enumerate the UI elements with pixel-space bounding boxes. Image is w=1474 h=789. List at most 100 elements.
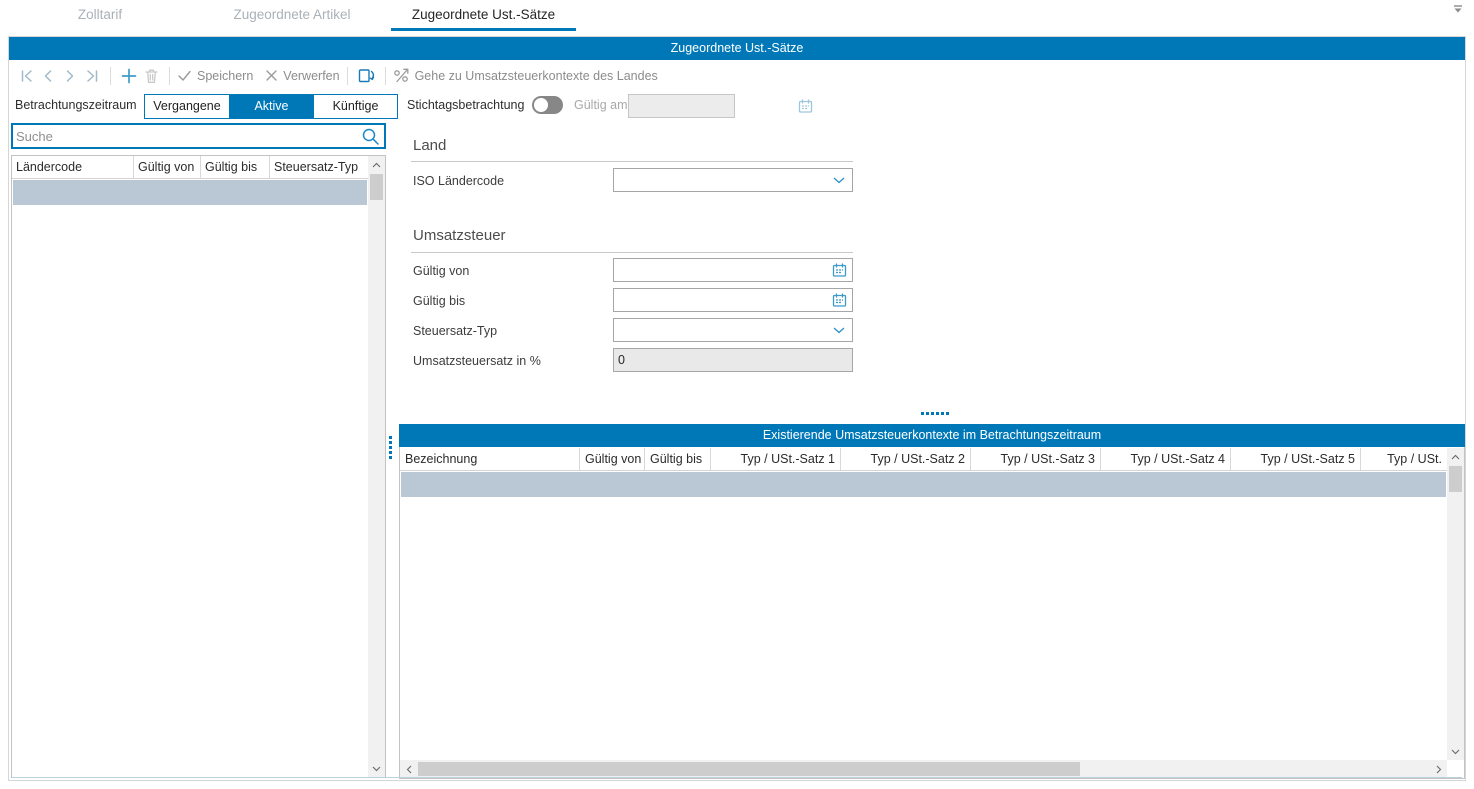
trash-icon — [144, 68, 159, 84]
column-header-typ-ust-satz-2[interactable]: Typ / USt.-Satz 2 — [841, 448, 971, 470]
segment-kuenftige[interactable]: Künftige — [313, 95, 397, 118]
save-button[interactable]: Speichern — [177, 69, 253, 83]
segment-vergangene[interactable]: Vergangene — [145, 95, 229, 118]
tab-zugeordnete-artikel[interactable]: Zugeordnete Artikel — [200, 2, 384, 31]
nav-last-button[interactable] — [81, 64, 103, 88]
gueltig-bis-label: Gültig bis — [413, 294, 465, 308]
gueltig-von-date-field[interactable] — [613, 258, 853, 282]
tab-zugeordnete-ust-saetze[interactable]: Zugeordnete Ust.-Sätze — [391, 2, 576, 31]
delete-record-button[interactable] — [140, 64, 162, 88]
column-header-gueltig-von[interactable]: Gültig von — [134, 156, 201, 178]
column-header-gueltig-bis[interactable]: Gültig bis — [201, 156, 270, 178]
stichtagsbetrachtung-label: Stichtagsbetrachtung — [407, 98, 524, 112]
scrollbar-thumb[interactable] — [370, 174, 383, 200]
gueltig-von-calendar-button[interactable] — [826, 259, 852, 281]
table-row-selected[interactable] — [13, 180, 367, 205]
search-input[interactable] — [13, 129, 356, 144]
column-header-steuersatz-typ[interactable]: Steuersatz-Typ — [270, 156, 368, 178]
betrachtungszeitraum-segmented-control: Vergangene Aktive Künftige — [144, 94, 398, 119]
gueltig-bis-date-field[interactable] — [613, 288, 853, 312]
column-header-typ-ust-partial[interactable]: Typ / USt. — [1361, 448, 1447, 470]
iso-laendercode-dropdown[interactable] — [613, 168, 853, 192]
column-header-typ-ust-satz-1[interactable]: Typ / USt.-Satz 1 — [711, 448, 841, 470]
toolbar-separator — [110, 67, 111, 85]
scrollbar-thumb[interactable] — [1449, 466, 1462, 492]
dropdown-open-button[interactable] — [826, 319, 852, 341]
column-header-typ-ust-satz-4[interactable]: Typ / USt.-Satz 4 — [1101, 448, 1231, 470]
zugeordnete-ust-saetze-panel: Zugeordnete Ust.-Sätze — [8, 36, 1466, 781]
gueltig-von-input[interactable] — [614, 263, 826, 277]
column-header-typ-ust-satz-3[interactable]: Typ / USt.-Satz 3 — [971, 448, 1101, 470]
umsatzsteuersatz-field — [613, 348, 853, 372]
gueltig-am-calendar-button[interactable] — [798, 95, 813, 117]
add-record-button[interactable] — [118, 64, 140, 88]
steuersatz-typ-dropdown[interactable] — [613, 318, 853, 342]
umsatzsteuersatz-input[interactable] — [614, 353, 852, 367]
search-box — [11, 123, 386, 149]
column-header-laendercode[interactable]: Ländercode — [12, 156, 134, 178]
scroll-left-button[interactable] — [400, 760, 417, 778]
contexts-table-header: Bezeichnung Gültig von Gültig bis Typ / … — [400, 448, 1447, 471]
scroll-right-button[interactable] — [1430, 760, 1447, 778]
existing-vat-contexts-panel: Existierende Umsatzsteuerkontexte im Bet… — [399, 424, 1465, 779]
tab-strip: Zolltarif Zugeordnete Artikel Zugeordnet… — [0, 0, 1474, 33]
section-rule — [411, 161, 853, 162]
collapse-ribbon-button[interactable] — [1450, 2, 1466, 16]
gueltig-am-input[interactable] — [629, 99, 798, 113]
check-icon — [177, 69, 192, 82]
gueltig-bis-calendar-button[interactable] — [826, 289, 852, 311]
left-table-vertical-scrollbar[interactable] — [368, 156, 385, 777]
section-rule — [411, 252, 853, 253]
toolbar-separator — [347, 67, 348, 85]
dropdown-open-button[interactable] — [826, 169, 852, 191]
betrachtungszeitraum-label: Betrachtungszeitraum — [15, 98, 137, 112]
scrollbar-thumb[interactable] — [418, 762, 1080, 776]
steuersatz-typ-label: Steuersatz-Typ — [413, 324, 497, 338]
nav-last-icon — [85, 69, 100, 83]
column-header-typ-ust-satz-5[interactable]: Typ / USt.-Satz 5 — [1231, 448, 1361, 470]
nav-next-icon — [63, 69, 77, 83]
chevron-down-icon — [372, 766, 381, 772]
chevron-down-icon — [1451, 749, 1460, 755]
column-header-gueltig-von[interactable]: Gültig von — [580, 448, 645, 470]
toggle-knob — [534, 98, 548, 112]
discard-button[interactable]: Verwerfen — [265, 69, 339, 83]
scroll-down-button[interactable] — [368, 760, 385, 777]
nav-previous-button[interactable] — [37, 64, 59, 88]
table-row-selected[interactable] — [401, 472, 1446, 497]
percent-arrow-icon — [393, 68, 410, 83]
tab-zolltarif[interactable]: Zolltarif — [8, 2, 192, 31]
toolbar-separator — [385, 67, 386, 85]
chevron-up-icon — [372, 162, 381, 168]
search-button[interactable] — [356, 125, 384, 147]
chevron-down-icon — [833, 327, 845, 334]
calendar-icon — [832, 293, 847, 307]
contexts-horizontal-scrollbar[interactable] — [400, 760, 1447, 778]
column-header-bezeichnung[interactable]: Bezeichnung — [400, 448, 580, 470]
chevron-down-icon — [833, 177, 845, 184]
gueltig-bis-input[interactable] — [614, 293, 826, 307]
contexts-vertical-scrollbar[interactable] — [1447, 448, 1464, 760]
iso-laendercode-label: ISO Ländercode — [413, 174, 504, 188]
steuersatz-typ-value[interactable] — [614, 323, 826, 337]
nav-first-button[interactable] — [15, 64, 37, 88]
contexts-panel-title: Existierende Umsatzsteuerkontexte im Bet… — [399, 424, 1465, 447]
nav-next-button[interactable] — [59, 64, 81, 88]
stichtagsbetrachtung-toggle[interactable] — [532, 96, 563, 114]
iso-laendercode-value[interactable] — [614, 173, 826, 187]
chevron-left-icon — [406, 765, 412, 774]
scroll-up-button[interactable] — [368, 156, 385, 173]
segment-aktive[interactable]: Aktive — [229, 95, 313, 118]
scroll-up-button[interactable] — [1447, 448, 1464, 465]
nav-first-icon — [19, 69, 34, 83]
vertical-splitter-handle[interactable] — [389, 436, 392, 459]
assigned-vat-rates-table: Ländercode Gültig von Gültig bis Steuers… — [11, 155, 386, 778]
scroll-down-button[interactable] — [1447, 743, 1464, 760]
save-button-label: Speichern — [197, 69, 253, 83]
switch-context-button[interactable] — [355, 64, 378, 88]
gueltig-am-field — [628, 94, 735, 118]
search-icon — [361, 127, 380, 146]
goto-umsatzsteuerkontexte-button[interactable]: Gehe zu Umsatzsteuerkontexte des Landes — [393, 68, 658, 83]
horizontal-splitter-handle[interactable] — [921, 412, 949, 415]
column-header-gueltig-bis[interactable]: Gültig bis — [645, 448, 711, 470]
